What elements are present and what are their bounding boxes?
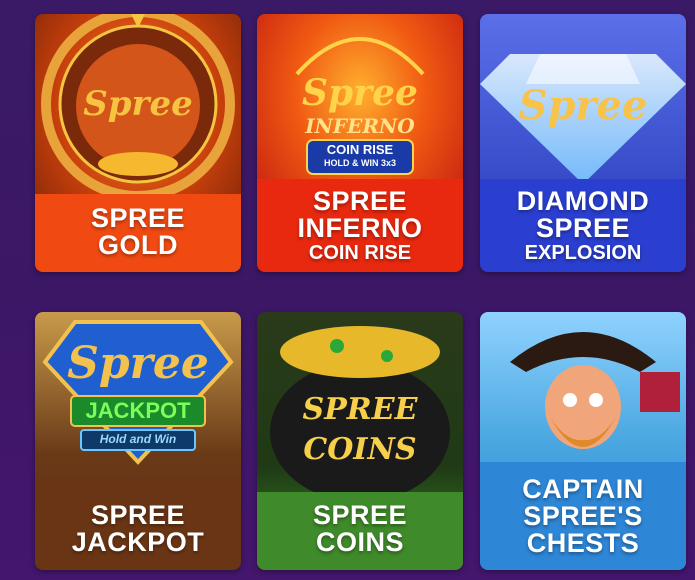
title-line: SPREE xyxy=(90,203,186,233)
spree-jackpot-logo: Spree xyxy=(67,338,209,389)
title-sub-line: EXPLOSION xyxy=(524,242,642,264)
title-line: SPREE'S xyxy=(523,500,643,531)
game-tile-spree-jackpot[interactable]: Spree JACKPOT Hold and Win SPREE JACKPOT xyxy=(35,312,241,570)
spree-inferno-caption: SPREE INFERNO COIN RISE xyxy=(257,180,463,272)
spree-gold-caption: SPREE GOLD xyxy=(35,192,241,272)
title-line: INFERNO xyxy=(297,213,423,243)
title-line: CAPTAIN xyxy=(522,473,644,504)
spree-coins-caption: SPREE COINS xyxy=(257,488,463,570)
game-grid: Spree SPREE GOLD Spree INFERNO COIN RISE… xyxy=(0,0,695,580)
jackpot-logo-sub: JACKPOT xyxy=(85,398,191,423)
title-line: DIAMOND xyxy=(516,186,650,216)
coin-rise-badge: COIN RISE xyxy=(326,142,394,157)
spree-coins-logo: SPREE COINS xyxy=(302,392,418,467)
spree-jackpot-caption: SPREE JACKPOT xyxy=(35,488,241,570)
title-line: COINS xyxy=(315,527,404,557)
title-line: GOLD xyxy=(98,230,178,260)
title-line: CHESTS xyxy=(526,527,640,558)
spree-gold-logo: Spree xyxy=(83,84,193,124)
diamond-spree-logo: Spree xyxy=(518,82,648,129)
game-tile-spree-coins[interactable]: SPREE COINS SPREE COINS xyxy=(257,312,463,570)
title-line: SPREE xyxy=(535,213,631,243)
game-tile-captain-sprees-chests[interactable]: CAPTAIN SPREE'S CHESTS xyxy=(480,312,686,570)
inferno-logo-sub: INFERNO xyxy=(305,114,415,138)
game-tile-spree-inferno[interactable]: Spree INFERNO COIN RISE HOLD & WIN 3x3 S… xyxy=(257,14,463,272)
title-line: SPREE xyxy=(312,500,408,530)
title-line: SPREE xyxy=(312,186,408,216)
title-sub-line: COIN RISE xyxy=(308,242,412,264)
title-line: JACKPOT xyxy=(71,527,205,557)
diamond-spree-caption: DIAMOND SPREE EXPLOSION xyxy=(480,180,686,272)
hold-and-win-badge: Hold and Win xyxy=(99,432,177,446)
spree-inferno-logo: Spree xyxy=(302,72,418,114)
game-tile-diamond-spree[interactable]: Spree DIAMOND SPREE EXPLOSION xyxy=(480,14,686,272)
captain-sprees-chests-caption: CAPTAIN SPREE'S CHESTS xyxy=(480,462,686,570)
title-line: SPREE xyxy=(90,500,186,530)
hold-win-badge: HOLD & WIN 3x3 xyxy=(323,158,396,168)
game-tile-spree-gold[interactable]: Spree SPREE GOLD xyxy=(35,14,241,272)
